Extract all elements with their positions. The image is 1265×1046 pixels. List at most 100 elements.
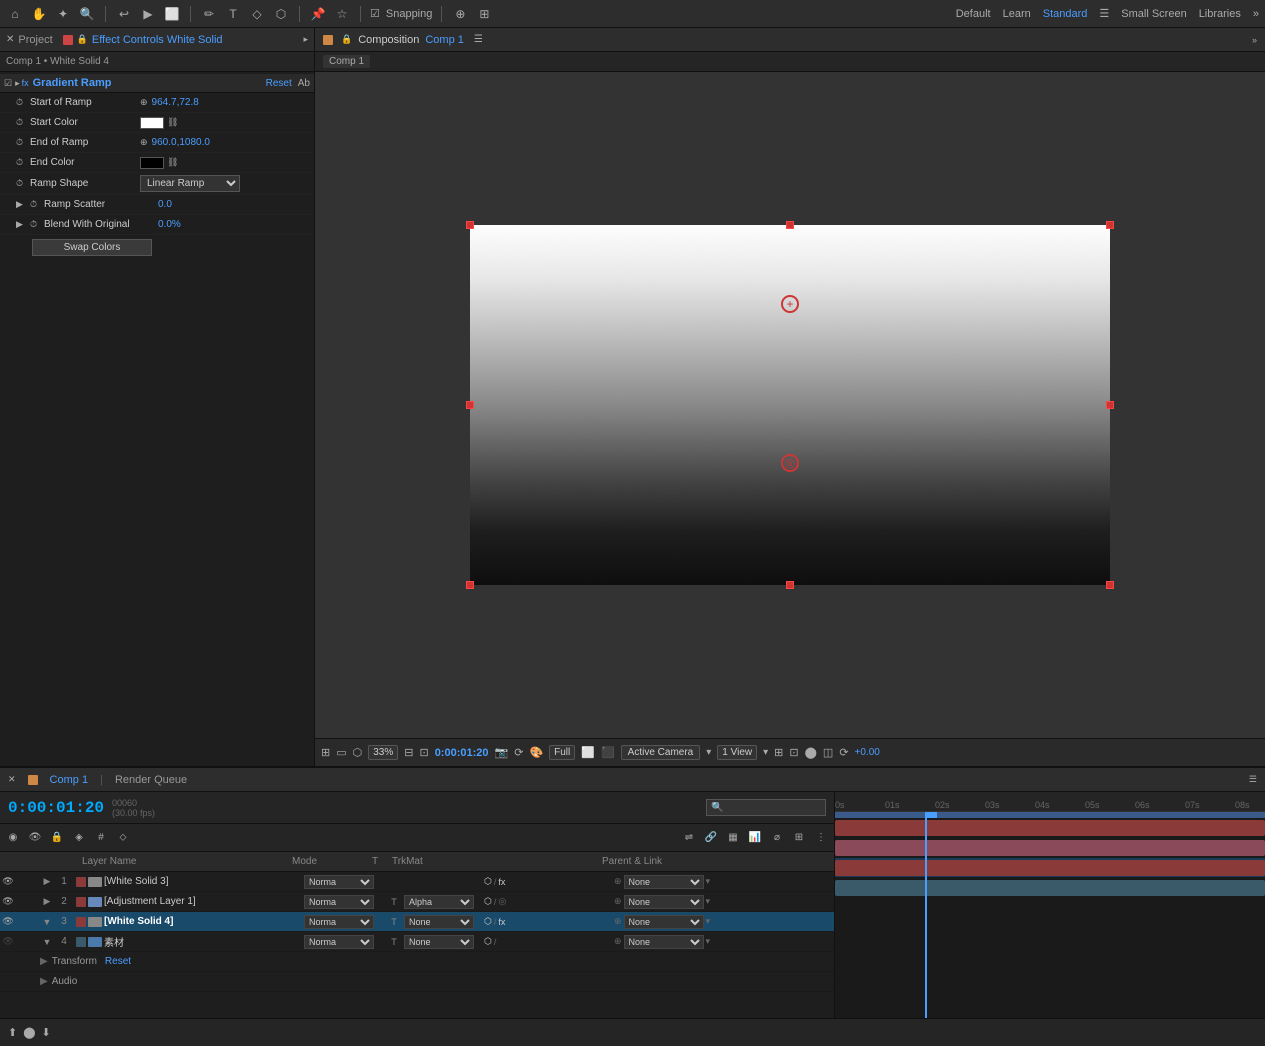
layer1-fx-icon[interactable]: ⬡ (484, 876, 492, 887)
handle-top-right[interactable] (1106, 221, 1114, 229)
time-display[interactable]: 0:00:01:20 (8, 799, 104, 817)
layer4-trkmat[interactable]: None (404, 935, 484, 949)
video-icon[interactable]: ▶ (139, 5, 157, 23)
panel-menu-icon[interactable]: ▸ (303, 34, 308, 45)
start-ramp-stopwatch-icon[interactable]: ⏱ (16, 97, 30, 108)
hand-icon[interactable]: ✋ (30, 5, 48, 23)
workspace-learn[interactable]: Learn (1003, 8, 1031, 20)
comp-tab-menu-icon[interactable]: ☰ (474, 34, 483, 45)
layer-row[interactable]: 👁 ▶ 2 [Adjustment Layer 1] Norma T Alpha… (0, 892, 834, 912)
handle-top-left[interactable] (466, 221, 474, 229)
layer3-effects-icon[interactable]: fx (498, 917, 505, 927)
quality-selector[interactable]: Full (549, 745, 575, 760)
view-selector[interactable]: 1 View (717, 745, 757, 760)
handle-bottom-right[interactable] (1106, 581, 1114, 589)
magnify-icon[interactable]: ⊕ (451, 5, 469, 23)
layer4-vis-icon[interactable]: 👁 (0, 936, 16, 947)
effect-ab-button[interactable]: Ab (298, 78, 310, 89)
layer-row[interactable]: 👁 ▼ 4 素材 Norma T None ⬡ / (0, 932, 834, 952)
layer-row[interactable]: 👁 ▶ 1 [White Solid 3] Norma ⬡ / fx (0, 872, 834, 892)
playhead-line[interactable] (925, 818, 927, 1018)
layer2-mode[interactable]: Norma (304, 895, 384, 909)
transform-expand-icon[interactable]: ▶ (40, 956, 48, 967)
layer1-chain-icon[interactable]: ▾ (706, 876, 711, 887)
layer1-vis-icon[interactable]: 👁 (0, 876, 16, 887)
layer2-fx-icon[interactable]: ⬡ (484, 896, 492, 907)
start-of-ramp-value[interactable]: ⊕ 964.7,72.8 (140, 97, 199, 108)
ctrl-motion-icon[interactable]: ⌀ (768, 829, 786, 847)
mask-icon[interactable]: ⬡ (272, 5, 290, 23)
start-color-chain-icon[interactable]: ⛓ (167, 117, 178, 128)
layer3-chain-icon[interactable]: ▾ (706, 916, 711, 927)
layer3-vis-icon[interactable]: 👁 (0, 916, 16, 927)
text-icon[interactable]: T (224, 5, 242, 23)
close-comp-tab-icon[interactable]: ✕ (8, 774, 16, 785)
preview-3d-icon[interactable]: ⬡ (353, 746, 363, 759)
workspace-libraries[interactable]: Libraries (1199, 8, 1241, 20)
layer4-chain-icon[interactable]: ▾ (706, 936, 711, 947)
active-camera-selector[interactable]: Active Camera (621, 745, 701, 760)
undo-icon[interactable]: ↩ (115, 5, 133, 23)
swap-colors-button[interactable]: Swap Colors (32, 239, 152, 256)
workspace-settings-icon[interactable]: ☰ (1099, 7, 1109, 20)
preview-tool2[interactable]: ⊡ (789, 746, 798, 759)
puppet-icon[interactable]: ☆ (333, 5, 351, 23)
move-icon[interactable]: ✦ (54, 5, 72, 23)
layer-search-input[interactable] (706, 799, 826, 816)
end-ramp-stopwatch-icon[interactable]: ⏱ (16, 137, 30, 148)
camera-chevron-icon[interactable]: ▾ (706, 747, 711, 758)
layer1-effects-icon[interactable]: fx (498, 877, 505, 887)
start-color-swatch[interactable] (140, 117, 164, 129)
effect-controls-label[interactable]: Effect Controls White Solid (92, 34, 223, 46)
layer1-mode[interactable]: Norma (304, 875, 384, 889)
layer3-fx-icon[interactable]: ⬡ (484, 916, 492, 927)
end-ramp-marker[interactable]: ◎ (781, 454, 799, 472)
preview-color-icon[interactable]: 🎨 (529, 746, 543, 759)
layer2-vis-icon[interactable]: 👁 (0, 896, 16, 907)
preview-icon1[interactable]: ⬜ (581, 746, 595, 759)
ctrl-icon-4[interactable]: ◈ (70, 829, 88, 847)
ramp-shape-stopwatch-icon[interactable]: ⏱ (16, 178, 30, 189)
transform-reset-button[interactable]: Reset (105, 956, 131, 967)
ctrl-chart-icon[interactable]: 📊 (746, 829, 764, 847)
camera-snap-icon[interactable]: 📷 (495, 746, 509, 759)
ctrl-transfer-icon[interactable]: ⇌ (680, 829, 698, 847)
transform-sub-row[interactable]: ▶ Transform Reset (0, 952, 834, 972)
comp-tab-label[interactable]: Composition (358, 34, 419, 46)
ctrl-cols-icon[interactable]: ▦ (724, 829, 742, 847)
start-ramp-marker[interactable]: + (781, 295, 799, 313)
preview-snap-icon[interactable]: ⊞ (321, 746, 330, 759)
shape-icon[interactable]: ◇ (248, 5, 266, 23)
layer4-mode[interactable]: Norma (304, 935, 384, 949)
preview-tool1[interactable]: ⊞ (774, 746, 783, 759)
layer2-trkmat[interactable]: Alpha (404, 895, 484, 909)
ramp-scatter-stopwatch-icon[interactable]: ⏱ (30, 199, 44, 210)
preview-flow-icon[interactable]: ⟳ (514, 746, 523, 759)
audio-sub-row[interactable]: ▶ Audio (0, 972, 834, 992)
ctrl-icon-2[interactable]: 👁 (26, 829, 44, 847)
layer3-expand-icon[interactable]: ▼ (40, 917, 54, 927)
handle-bottom-left[interactable] (466, 581, 474, 589)
ctrl-icon-1[interactable]: ◉ (4, 829, 22, 847)
workspace-small-screen[interactable]: Small Screen (1121, 8, 1186, 20)
layer2-expand-icon[interactable]: ▶ (40, 896, 54, 907)
comp-timeline-tab[interactable]: Comp 1 (50, 774, 89, 786)
end-color-stopwatch-icon[interactable]: ⏱ (16, 157, 30, 168)
ctrl-more-icon[interactable]: ⋮ (812, 829, 830, 847)
grid-icon[interactable]: ⊞ (475, 5, 493, 23)
layer1-expand-icon[interactable]: ▶ (40, 876, 54, 887)
ctrl-link-icon[interactable]: 🔗 (702, 829, 720, 847)
render-queue-tab[interactable]: Render Queue (115, 774, 187, 786)
layer3-trkmat[interactable]: None (404, 915, 484, 929)
tb-icon-2[interactable]: ⬤ (23, 1026, 35, 1039)
blend-expand-icon[interactable]: ▶ (16, 219, 30, 230)
ctrl-icon-3[interactable]: 🔒 (48, 829, 66, 847)
layer-row[interactable]: 👁 ▼ 3 [White Solid 4] Norma T None ⬡ / (0, 912, 834, 932)
ramp-shape-select[interactable]: Linear Ramp Radial Ramp (140, 175, 240, 192)
pin-icon[interactable]: 📌 (309, 5, 327, 23)
preview-icon2[interactable]: ⬛ (601, 746, 615, 759)
preview-monitor-icon[interactable]: ▭ (336, 746, 346, 759)
effect-reset-button[interactable]: Reset (266, 78, 292, 89)
fx-checkbox[interactable]: ☑ (4, 78, 12, 89)
layer4-expand-icon[interactable]: ▼ (40, 937, 54, 947)
